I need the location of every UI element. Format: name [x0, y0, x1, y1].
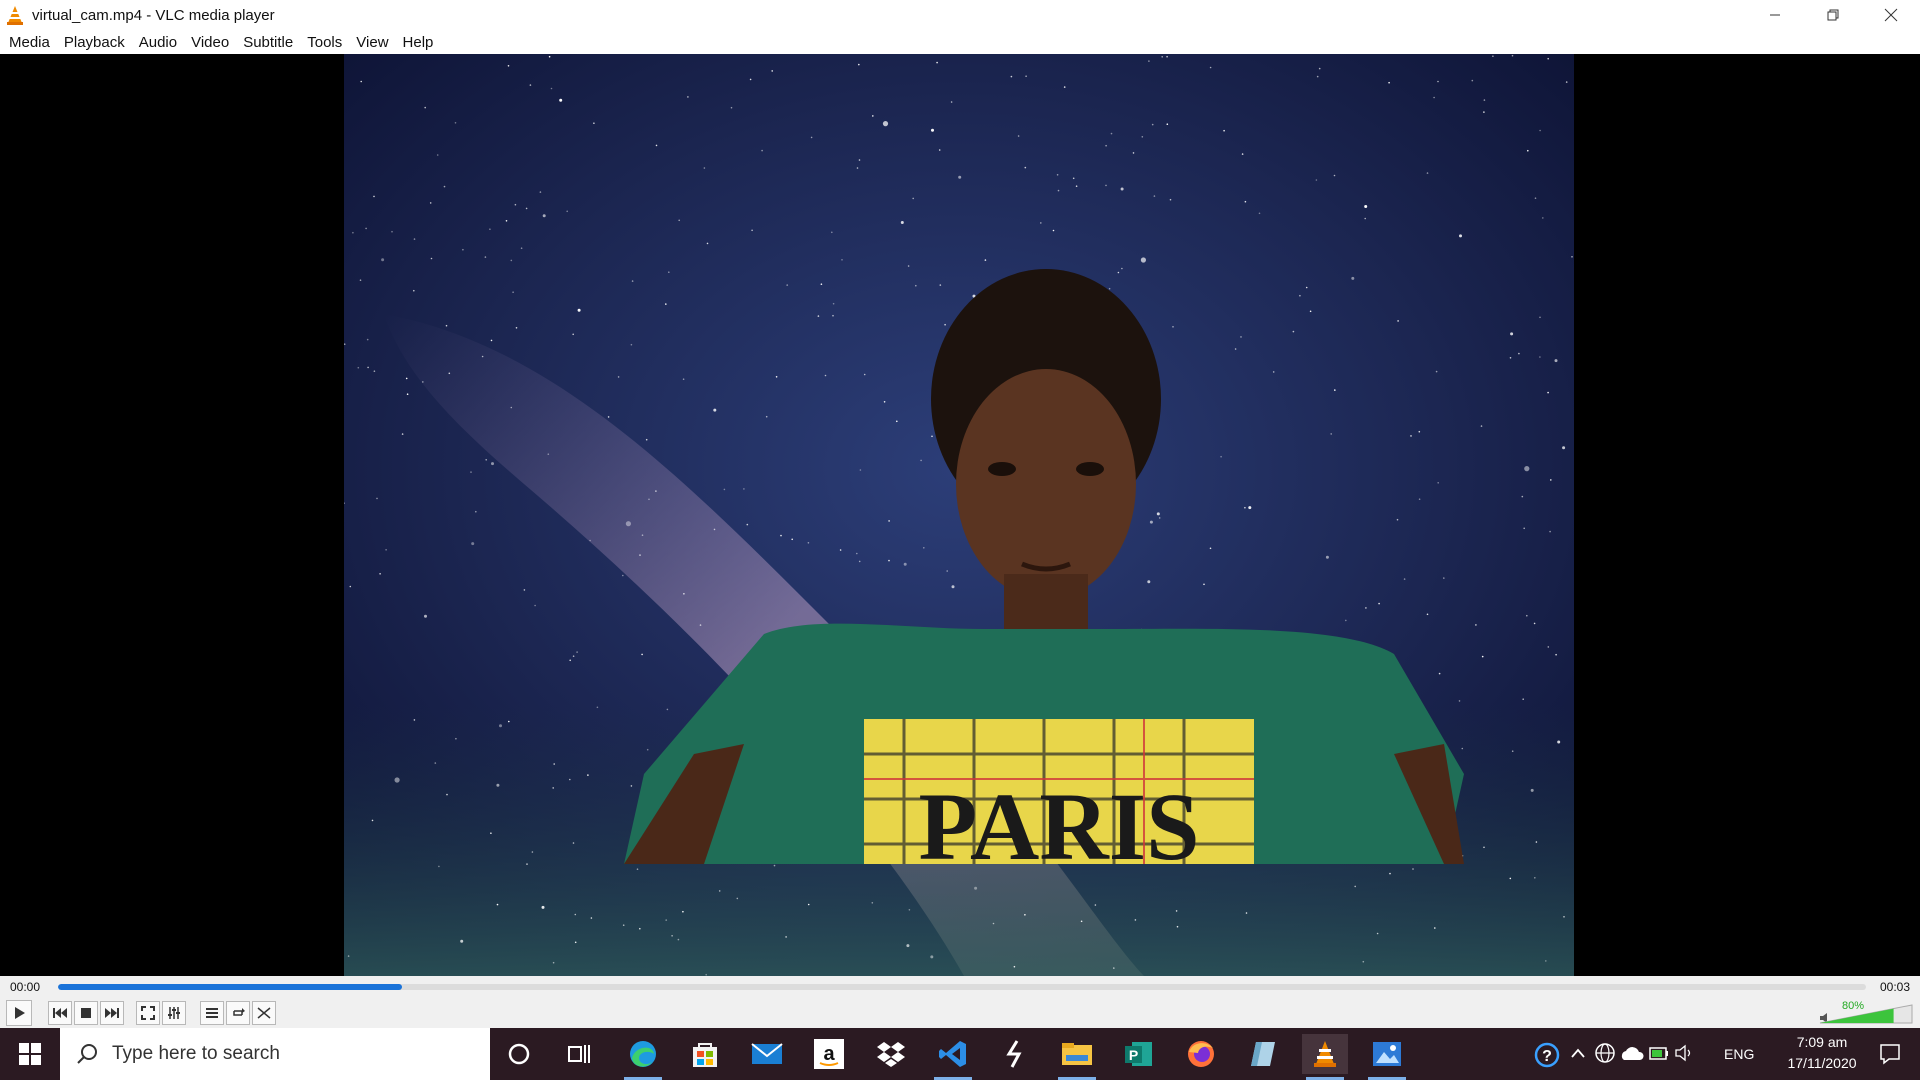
window-title: virtual_cam.mp4 - VLC media player	[32, 6, 275, 24]
menu-help[interactable]: Help	[396, 34, 441, 51]
search-placeholder: Type here to search	[112, 1043, 280, 1064]
extended-settings-button[interactable]	[162, 1001, 186, 1025]
vlc-cone-icon	[7, 6, 23, 25]
volume-icon[interactable]	[1674, 1043, 1696, 1063]
vlc-icon[interactable]	[1302, 1034, 1348, 1080]
menu-playback[interactable]: Playback	[57, 34, 132, 51]
chevron-up-icon[interactable]	[1570, 1046, 1586, 1060]
shuffle-button[interactable]	[252, 1001, 276, 1025]
total-time: 00:03	[1880, 980, 1911, 994]
menu-video[interactable]: Video	[184, 34, 236, 51]
seek-progress	[58, 984, 402, 990]
menu-tools[interactable]: Tools	[300, 34, 349, 51]
next-icon	[105, 1008, 119, 1018]
shirt-text: PARIS	[919, 773, 1200, 880]
start-button[interactable]	[0, 1028, 60, 1080]
svg-text:?: ?	[1542, 1048, 1552, 1065]
firefox-icon[interactable]	[1178, 1034, 1224, 1074]
photos-icon[interactable]	[1364, 1034, 1410, 1080]
globe-icon[interactable]	[1594, 1042, 1616, 1064]
clock-time[interactable]: 7:09 am	[1782, 1034, 1862, 1050]
restore-button[interactable]	[1804, 0, 1862, 30]
task-view-icon[interactable]	[556, 1034, 602, 1074]
language-indicator[interactable]: ENG	[1724, 1046, 1754, 1062]
publisher-icon[interactable]: P	[1116, 1034, 1162, 1074]
elapsed-time: 00:00	[10, 980, 41, 994]
clock-date[interactable]: 17/11/2020	[1772, 1055, 1872, 1071]
minimize-button[interactable]	[1746, 0, 1804, 30]
mail-icon[interactable]	[744, 1034, 790, 1074]
next-button[interactable]	[100, 1001, 124, 1025]
file-explorer-icon[interactable]	[1054, 1034, 1100, 1080]
notes-icon[interactable]	[1240, 1034, 1286, 1074]
taskbar-search[interactable]: Type here to search	[60, 1028, 490, 1080]
menu-subtitle[interactable]: Subtitle	[236, 34, 300, 51]
playlist-icon	[206, 1008, 218, 1018]
svg-text:P: P	[1129, 1047, 1138, 1063]
menu-media[interactable]: Media	[2, 34, 57, 51]
play-button[interactable]	[6, 1000, 32, 1026]
battery-icon[interactable]	[1648, 1043, 1670, 1063]
controls-row: 80%	[0, 998, 1920, 1028]
volume-slider[interactable]	[1818, 1003, 1914, 1025]
stop-icon	[81, 1008, 91, 1018]
windows-icon	[19, 1043, 41, 1065]
dropbox-icon[interactable]	[868, 1034, 914, 1074]
fullscreen-icon	[141, 1006, 155, 1020]
video-frame: PARIS	[344, 54, 1574, 976]
equalizer-icon	[168, 1007, 180, 1019]
notifications-icon[interactable]	[1878, 1042, 1902, 1066]
previous-icon	[53, 1008, 67, 1018]
edge-icon[interactable]	[620, 1034, 666, 1080]
video-area[interactable]: PARIS	[0, 54, 1920, 976]
play-icon	[15, 1007, 25, 1019]
menu-bar: Media Playback Audio Video Subtitle Tool…	[0, 30, 1920, 54]
help-icon[interactable]: ?	[1534, 1042, 1560, 1068]
fullscreen-button[interactable]	[136, 1001, 160, 1025]
menu-audio[interactable]: Audio	[132, 34, 184, 51]
loop-icon	[233, 1008, 245, 1016]
system-tray: ? ENG 7:09 am 17/11/2020	[1520, 1028, 1920, 1080]
svg-text:a: a	[823, 1043, 835, 1065]
menu-view[interactable]: View	[349, 34, 395, 51]
vscode-icon[interactable]	[930, 1034, 976, 1080]
store-icon[interactable]	[682, 1034, 728, 1074]
seek-bar[interactable]	[58, 984, 1866, 990]
onedrive-icon[interactable]	[1620, 1044, 1644, 1064]
seek-row: 00:00 00:03	[0, 976, 1920, 998]
unity-icon[interactable]	[992, 1034, 1038, 1074]
title-bar: virtual_cam.mp4 - VLC media player	[0, 0, 1920, 30]
amazon-icon[interactable]: a	[806, 1034, 852, 1074]
taskbar: Type here to search a P ? ENG 7:09 am 17…	[0, 1028, 1920, 1080]
close-button[interactable]	[1862, 0, 1920, 30]
search-icon	[77, 1044, 97, 1064]
stop-button[interactable]	[74, 1001, 98, 1025]
video-scene: PARIS	[344, 54, 1574, 976]
previous-button[interactable]	[48, 1001, 72, 1025]
shuffle-icon	[257, 1007, 271, 1019]
playlist-button[interactable]	[200, 1001, 224, 1025]
cortana-icon[interactable]	[496, 1034, 542, 1074]
loop-button[interactable]	[226, 1001, 250, 1025]
